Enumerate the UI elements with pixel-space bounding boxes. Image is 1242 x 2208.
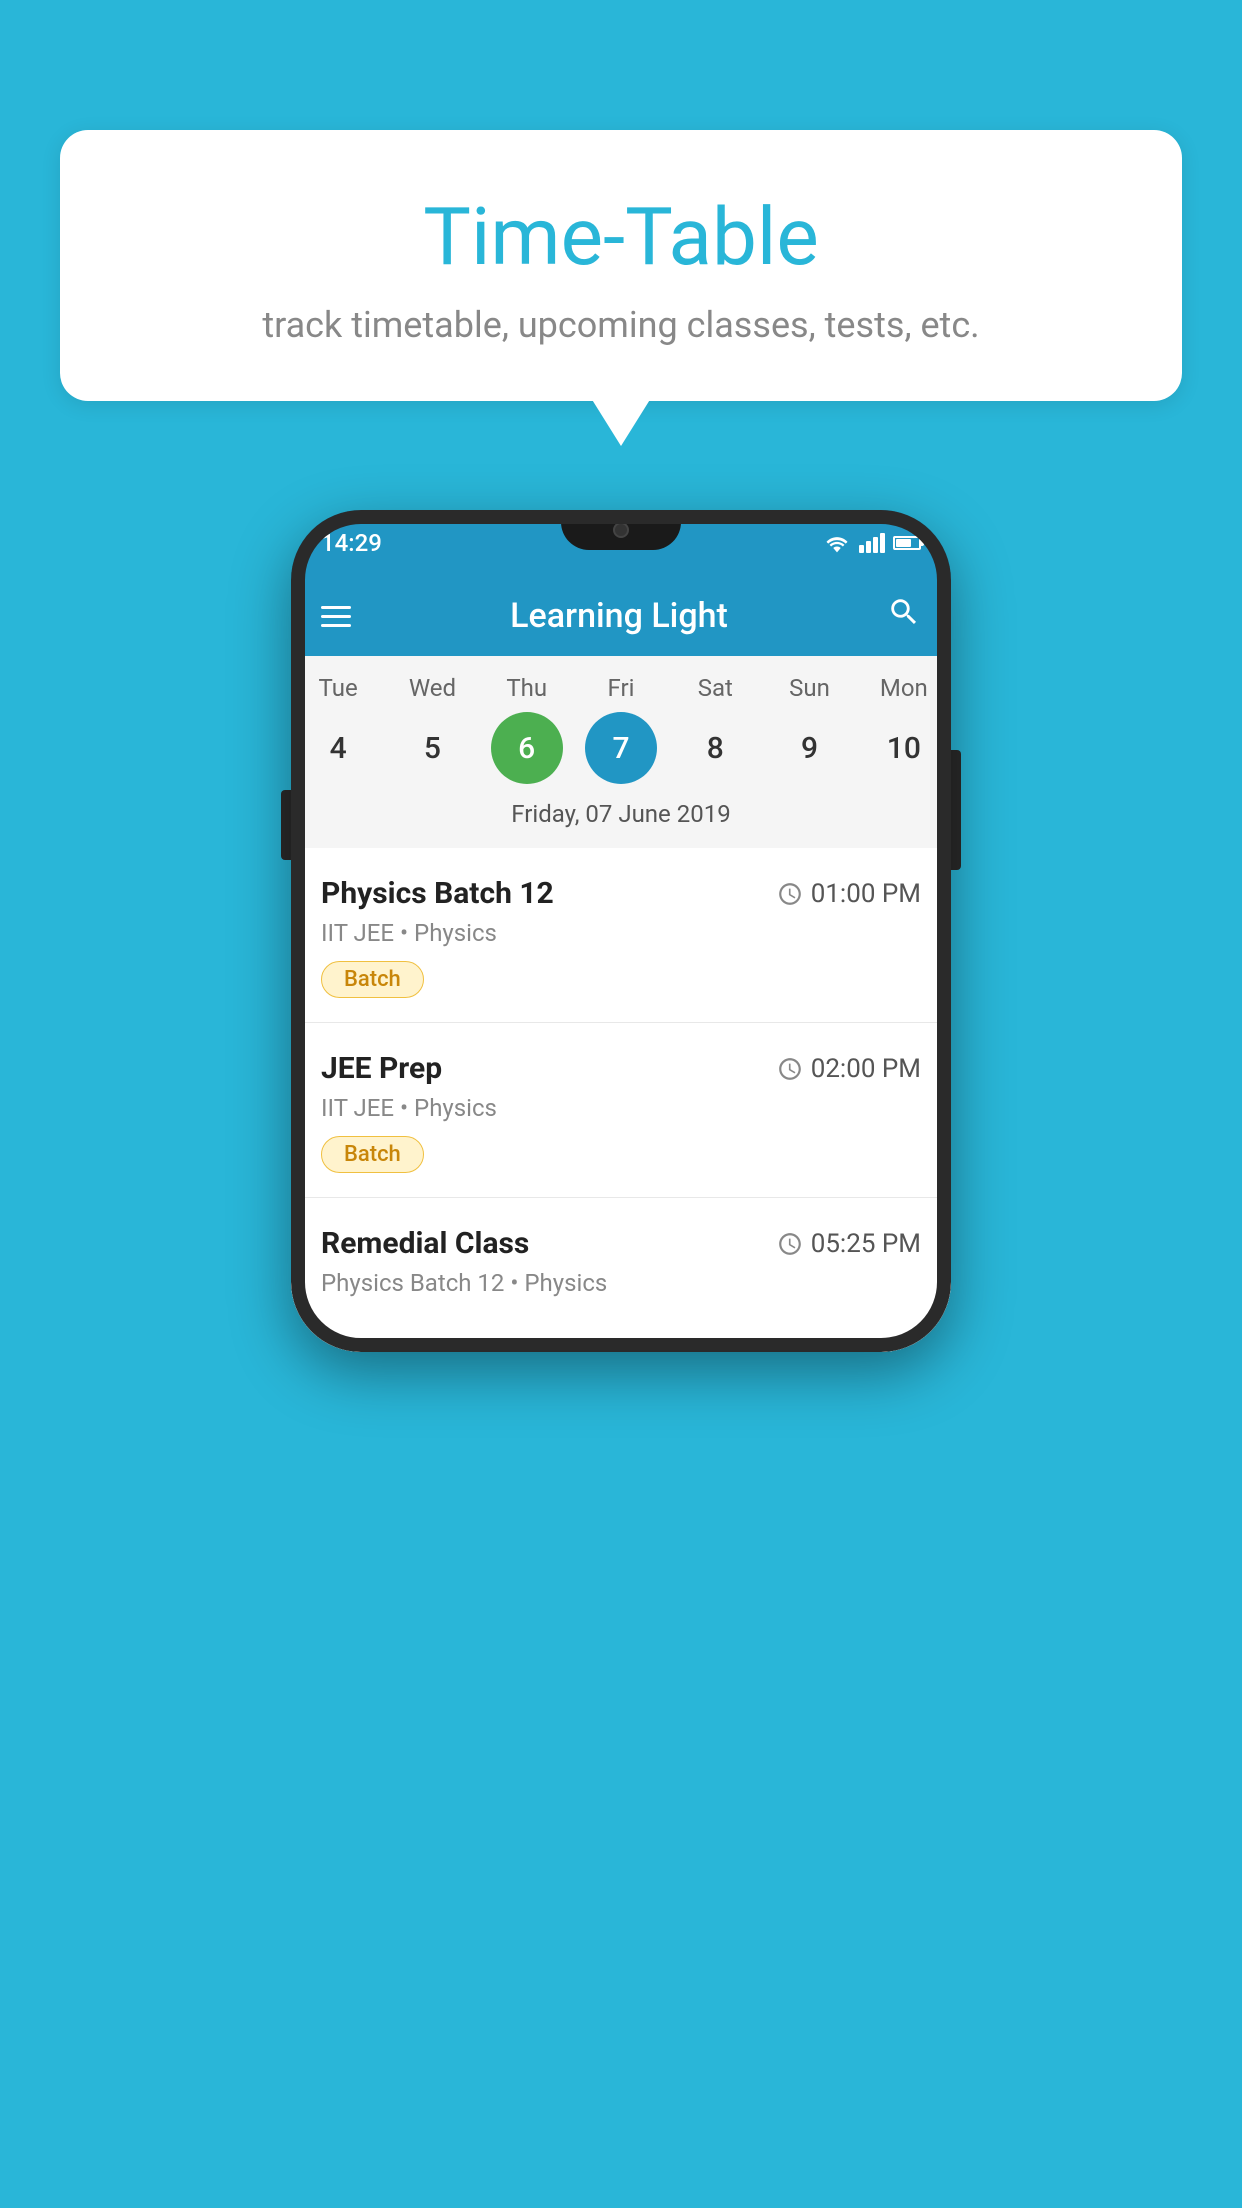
schedule-list: Physics Batch 12 01:00 PM IIT JEE • Phys…: [291, 848, 951, 1352]
day-mon[interactable]: Mon: [864, 674, 944, 702]
battery-icon: [893, 536, 921, 550]
volume-button: [281, 790, 291, 860]
phone-mockup: 14:29: [291, 510, 951, 1352]
item-2-time-value: 02:00 PM: [811, 1054, 921, 1084]
speech-bubble-container: Time-Table track timetable, upcoming cla…: [60, 130, 1182, 401]
app-header: Learning Light: [291, 576, 951, 656]
date-6-today[interactable]: 6: [491, 712, 563, 784]
item-2-subtitle: IIT JEE • Physics: [321, 1094, 921, 1122]
clock-icon: [777, 881, 803, 907]
power-button: [951, 750, 961, 870]
status-icons: [823, 532, 921, 554]
camera: [613, 522, 629, 538]
day-tue[interactable]: Tue: [298, 674, 378, 702]
item-3-time: 05:25 PM: [777, 1229, 921, 1259]
selected-date-label: Friday, 07 June 2019: [291, 800, 951, 838]
item-1-title: Physics Batch 12: [321, 876, 554, 911]
days-row: Tue Wed Thu Fri Sat Sun Mon: [291, 674, 951, 702]
day-sun[interactable]: Sun: [770, 674, 850, 702]
item-3-header: Remedial Class 05:25 PM: [321, 1226, 921, 1261]
hamburger-menu[interactable]: [321, 606, 351, 627]
calendar-strip: Tue Wed Thu Fri Sat Sun Mon 4 5 6 7 8: [291, 656, 951, 848]
phone-notch: [561, 510, 681, 550]
date-10[interactable]: 10: [868, 712, 940, 784]
schedule-item-2[interactable]: JEE Prep 02:00 PM IIT JEE • Physics Batc…: [291, 1023, 951, 1198]
date-4[interactable]: 4: [302, 712, 374, 784]
speech-bubble: Time-Table track timetable, upcoming cla…: [60, 130, 1182, 401]
day-thu[interactable]: Thu: [487, 674, 567, 702]
bubble-subtitle: track timetable, upcoming classes, tests…: [120, 304, 1122, 346]
item-2-title: JEE Prep: [321, 1051, 442, 1086]
status-bar: 14:29: [291, 510, 951, 576]
schedule-item-3[interactable]: Remedial Class 05:25 PM Physics Batch 12…: [291, 1198, 951, 1352]
date-9[interactable]: 9: [774, 712, 846, 784]
item-1-time-value: 01:00 PM: [811, 879, 921, 909]
signal-icon: [859, 533, 885, 553]
item-2-time: 02:00 PM: [777, 1054, 921, 1084]
search-icon[interactable]: [887, 595, 921, 637]
phone-frame: 14:29: [291, 510, 951, 1352]
item-3-time-value: 05:25 PM: [811, 1229, 921, 1259]
item-3-title: Remedial Class: [321, 1226, 529, 1261]
item-1-time: 01:00 PM: [777, 879, 921, 909]
item-1-badge: Batch: [321, 961, 424, 998]
clock-icon-2: [777, 1056, 803, 1082]
item-2-header: JEE Prep 02:00 PM: [321, 1051, 921, 1086]
item-2-badge: Batch: [321, 1136, 424, 1173]
status-time: 14:29: [321, 529, 382, 557]
clock-icon-3: [777, 1231, 803, 1257]
date-7-selected[interactable]: 7: [585, 712, 657, 784]
date-8[interactable]: 8: [679, 712, 751, 784]
day-wed[interactable]: Wed: [392, 674, 472, 702]
item-1-header: Physics Batch 12 01:00 PM: [321, 876, 921, 911]
item-1-subtitle: IIT JEE • Physics: [321, 919, 921, 947]
day-fri[interactable]: Fri: [581, 674, 661, 702]
app-title: Learning Light: [510, 596, 728, 636]
schedule-item-1[interactable]: Physics Batch 12 01:00 PM IIT JEE • Phys…: [291, 848, 951, 1023]
day-sat[interactable]: Sat: [675, 674, 755, 702]
wifi-icon: [823, 532, 851, 554]
item-3-subtitle: Physics Batch 12 • Physics: [321, 1269, 921, 1297]
bubble-title: Time-Table: [120, 190, 1122, 284]
date-5[interactable]: 5: [396, 712, 468, 784]
dates-row: 4 5 6 7 8 9 10: [291, 712, 951, 784]
